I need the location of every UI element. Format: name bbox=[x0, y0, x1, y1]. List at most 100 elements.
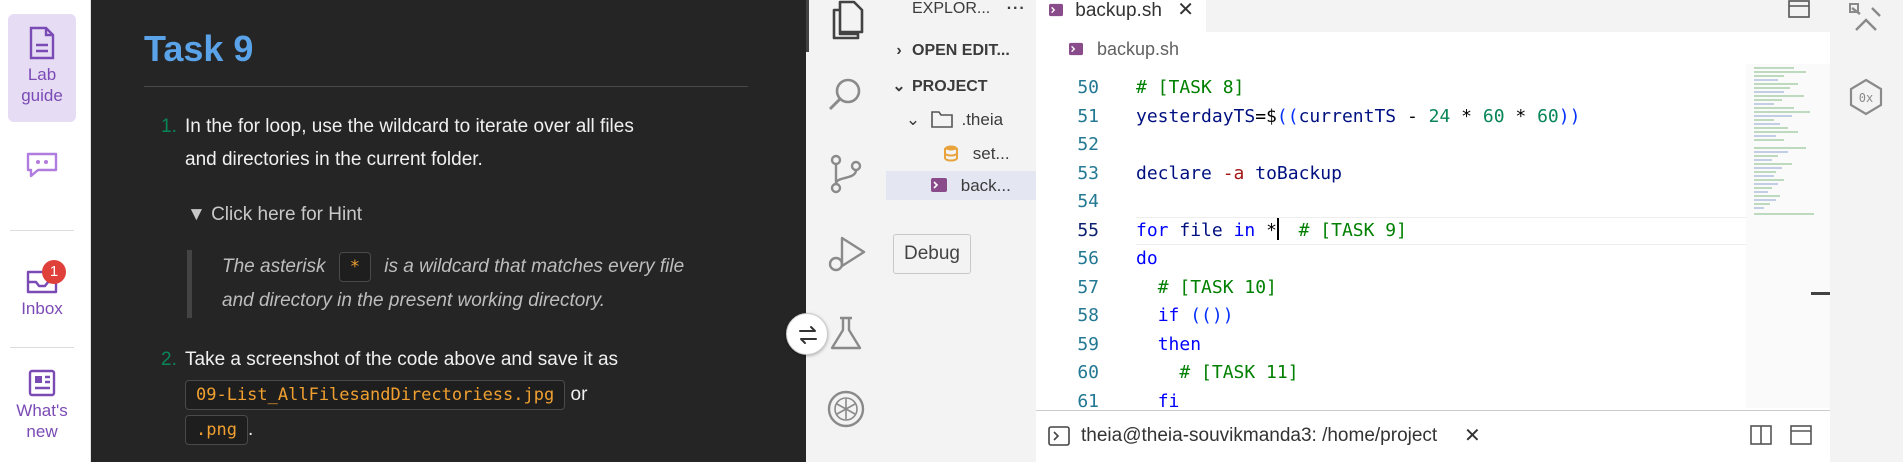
search-activity-button[interactable] bbox=[826, 74, 866, 114]
code-token: then bbox=[1157, 333, 1202, 355]
editor-area: backup.sh ✕ backup.sh 50 # [TASK 8] 51 yest… bbox=[1036, 0, 1830, 462]
line-number: 53 bbox=[1077, 162, 1099, 184]
rail-divider bbox=[10, 230, 74, 231]
line-number: 51 bbox=[1077, 105, 1099, 127]
code-token: currentTS bbox=[1298, 105, 1397, 127]
run-debug-activity-button[interactable] bbox=[826, 234, 866, 274]
close-icon[interactable]: ✕ bbox=[1464, 423, 1481, 448]
chevron-down-icon: ⌄ bbox=[892, 78, 906, 95]
terminal-tab-label[interactable]: theia@theia-souvikmanda3: /home/project bbox=[1081, 425, 1437, 447]
source-control-icon bbox=[830, 154, 862, 194]
lab-guide-nav-button[interactable]: Lab guide bbox=[8, 14, 76, 122]
skills-network-icon bbox=[827, 390, 865, 428]
explorer-activity-button[interactable] bbox=[826, 0, 866, 40]
inbox-nav-button[interactable]: 1 Inbox bbox=[8, 260, 76, 328]
code-token: for bbox=[1136, 219, 1169, 241]
project-section[interactable]: ⌄ PROJECT bbox=[886, 72, 1036, 101]
code-token: -a bbox=[1222, 162, 1245, 184]
code-line: 60 # [TASK 11] bbox=[1036, 359, 1746, 387]
chat-bot-button[interactable] bbox=[8, 148, 76, 188]
code-token: 60 bbox=[1537, 105, 1559, 127]
source-control-activity-button[interactable] bbox=[826, 154, 866, 194]
code-line: 55 for file in * # [TASK 9] bbox=[1036, 217, 1746, 245]
extension-activity-button[interactable] bbox=[826, 389, 866, 429]
document-icon bbox=[29, 26, 55, 60]
whats-new-label: What's new bbox=[16, 401, 68, 441]
step-1: 1. In the for loop, use the wildcard to … bbox=[161, 110, 634, 176]
line-number: 56 bbox=[1077, 248, 1099, 269]
breadcrumb[interactable]: backup.sh bbox=[1068, 34, 1179, 64]
code-token: in bbox=[1233, 219, 1256, 241]
step-2: 2. Take a screenshot of the code above a… bbox=[161, 343, 618, 446]
step-text: and directories in the current folder. bbox=[185, 149, 483, 170]
tree-item-theia-folder[interactable]: ⌄ .theia bbox=[886, 105, 1036, 134]
editor-tab-bar: backup.sh ✕ bbox=[1036, 0, 1830, 32]
files-icon bbox=[832, 0, 864, 40]
explorer-title: EXPLOR... bbox=[912, 0, 991, 17]
whats-new-nav-button[interactable]: What's new bbox=[8, 368, 76, 448]
database-icon bbox=[944, 145, 958, 162]
line-source: then bbox=[1136, 331, 1201, 359]
code-token: * bbox=[1450, 105, 1483, 127]
more-actions-icon[interactable]: ··· bbox=[1007, 0, 1026, 17]
close-icon[interactable]: ✕ bbox=[1177, 0, 1194, 21]
terminal-icon bbox=[1048, 426, 1070, 446]
line-source: do bbox=[1136, 245, 1158, 273]
extension-code: .png bbox=[185, 415, 248, 445]
code-line: 56 do bbox=[1036, 245, 1746, 273]
testing-activity-button[interactable] bbox=[826, 314, 866, 354]
editor-tab-backup[interactable]: backup.sh ✕ bbox=[1036, 0, 1206, 32]
split-editor-icon[interactable] bbox=[1788, 0, 1810, 18]
tree-item-label: back... bbox=[960, 176, 1011, 195]
svg-text:0x: 0x bbox=[1859, 91, 1873, 105]
code-line: 54 bbox=[1036, 188, 1746, 216]
editor-scrollbar-thumb[interactable] bbox=[1811, 292, 1830, 295]
hex-0x-icon[interactable]: 0x bbox=[1848, 78, 1884, 116]
line-source: declare -a toBackup bbox=[1136, 160, 1342, 188]
code-token: declare bbox=[1136, 162, 1212, 184]
tree-item-settings[interactable]: set... bbox=[886, 139, 1036, 168]
code-token: * bbox=[1504, 105, 1538, 127]
code-token: yesterdayTS bbox=[1136, 105, 1256, 127]
run-debug-icon bbox=[828, 236, 866, 272]
chevron-down-icon: ⌄ bbox=[905, 110, 921, 129]
code-token: (()) bbox=[1190, 305, 1234, 326]
step-text: . bbox=[247, 419, 254, 440]
flask-icon bbox=[830, 316, 862, 350]
line-source: # [TASK 10] bbox=[1136, 274, 1277, 302]
line-source: if (()) bbox=[1136, 302, 1234, 330]
hint-toggle[interactable]: ▼ Click here for Hint bbox=[187, 204, 362, 226]
api-icon[interactable] bbox=[1848, 2, 1884, 38]
code-line: 53 declare -a toBackup bbox=[1036, 160, 1746, 188]
tree-item-backup[interactable]: back... bbox=[886, 171, 1036, 200]
open-editors-section[interactable]: › OPEN EDIT... bbox=[886, 36, 1036, 65]
right-rail: 0x bbox=[1830, 0, 1903, 462]
line-number: 55 bbox=[1077, 219, 1099, 241]
text-cursor bbox=[1276, 217, 1279, 240]
step-number: 2. bbox=[161, 349, 177, 370]
swap-arrows-icon bbox=[799, 326, 817, 344]
shell-script-icon bbox=[1049, 3, 1063, 17]
folder-icon bbox=[930, 111, 953, 128]
code-line: 52 bbox=[1036, 131, 1746, 159]
hint-text: and directory in the present working dir… bbox=[222, 290, 605, 311]
code-token: - bbox=[1396, 105, 1429, 127]
hint-text: The asterisk bbox=[222, 256, 326, 277]
split-panel-icon[interactable] bbox=[1750, 425, 1772, 445]
tree-item-label: set... bbox=[972, 144, 1010, 163]
swap-panels-button[interactable] bbox=[786, 313, 828, 355]
code-line: 51 yesterdayTS=$((currentTS - 24 * 60 * 6… bbox=[1036, 103, 1746, 131]
search-icon bbox=[828, 78, 861, 111]
chevron-right-icon: › bbox=[896, 42, 902, 59]
terminal-panel: theia@theia-souvikmanda3: /home/project … bbox=[1036, 410, 1830, 462]
maximize-panel-icon[interactable] bbox=[1790, 425, 1812, 445]
minimap[interactable] bbox=[1746, 64, 1830, 408]
hint-content: The asterisk * is a wildcard that matche… bbox=[187, 250, 747, 318]
line-source: for file in * # [TASK 9] bbox=[1136, 217, 1407, 245]
chat-bot-icon bbox=[26, 152, 58, 178]
line-number: 50 bbox=[1077, 77, 1099, 98]
